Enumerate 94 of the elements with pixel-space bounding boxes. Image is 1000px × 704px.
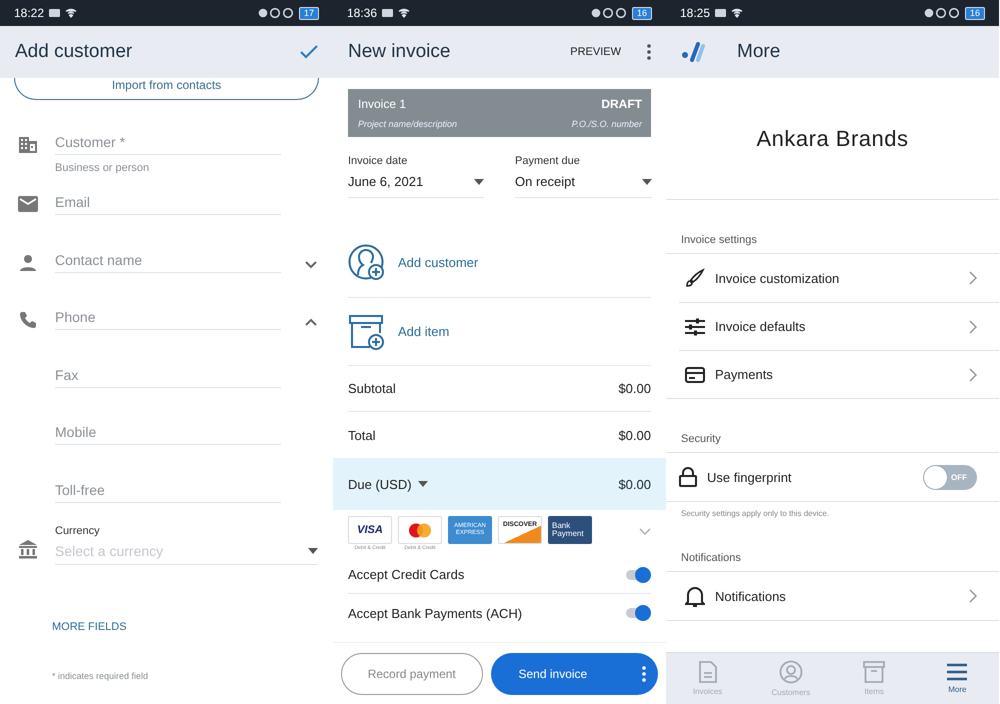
status-icons-drawing [590,8,627,18]
caret-icon [418,481,428,487]
add-box-icon [348,312,386,350]
card-icon [685,366,705,382]
due-amount: $0.00 [618,476,651,492]
status-icons-drawing [258,8,294,18]
dropdown-field[interactable]: June 6, 2021 [348,167,484,198]
chevron-right-icon [969,368,977,382]
caret-icon [474,178,484,184]
more-fields-link[interactable]: MORE FIELDS [52,621,127,633]
wifi-icon [65,8,78,18]
section-title: Invoice settings [680,234,758,248]
chevron-right-icon [969,271,977,285]
battery-indicator: 16 [964,6,985,20]
mail-icon [18,196,38,212]
app-logo-icon [681,42,705,62]
overflow-menu-icon[interactable] [647,44,651,60]
brush-icon [685,268,705,288]
building-icon [18,136,38,154]
wifi-icon [398,8,410,18]
bank-icon [18,540,38,559]
status-time: 18:36 [347,6,378,20]
note-text: Security settings apply only to this device. [680,508,830,518]
bank-payment-logo: Bank Payment [548,516,592,544]
text-field[interactable]: Email [55,194,281,215]
text-field[interactable]: Mobile [55,424,281,445]
total-amount: $0.00 [618,428,651,442]
screen-title: More [737,41,780,63]
checkmark-icon[interactable] [300,45,318,59]
invoice-number: Invoice 1 [358,97,408,113]
mastercard-logo [398,516,442,544]
person-icon [19,254,37,272]
document-icon [698,661,718,683]
screen-title: New invoice [348,41,450,63]
status-time: 18:22 [14,6,44,20]
message-icon [382,9,394,17]
wifi-icon [731,8,744,18]
phone-icon [19,311,37,329]
text-field[interactable]: Customer * [55,134,281,155]
more-options-icon [642,666,646,682]
field-label: Payment due [515,155,581,167]
text-field[interactable]: Contact name [55,252,281,272]
nav-tab[interactable]: More [916,653,999,704]
add-action-row[interactable]: Add customer [348,228,651,298]
caret-icon [308,548,318,554]
status-icons-drawing [924,8,960,18]
import-contacts-button[interactable]: Import from contacts [14,78,319,100]
add-action-row[interactable]: Add item [348,298,651,366]
caret-icon [642,178,652,184]
po-number-placeholder: P.O./S.O. number [572,119,642,131]
helper-text: Business or person [55,162,150,174]
footnote-text: * indicates required field [52,671,150,681]
menu-icon [946,663,968,681]
sliders-icon [685,318,705,336]
add-person-icon [348,244,386,282]
settings-menu-item[interactable]: Invoice defaults [679,302,999,350]
status-label: DRAFT [600,97,642,113]
toggle-label: Accept Bank Payments (ACH) [348,606,522,620]
currency-dropdown[interactable]: Due (USD) [348,476,428,492]
text-field[interactable]: Phone [55,309,281,330]
send-invoice-button[interactable]: Send invoice [490,652,658,694]
record-payment-button[interactable]: Record payment [341,652,482,694]
description-placeholder: Project name/description [358,119,458,131]
total-label: Subtotal [348,381,396,396]
field-label: Invoice date [348,155,408,167]
chevron-right-icon [969,320,977,334]
chevron-right-icon [969,589,977,603]
battery-indicator: 17 [298,6,319,20]
text-field[interactable]: Fax [55,366,281,388]
status-time: 18:25 [680,6,710,20]
bell-icon [685,586,705,606]
lock-icon [679,467,697,487]
box-icon [863,661,886,683]
person-circle-icon [778,660,803,684]
message-icon [715,9,726,17]
screen-title: Add customer [15,41,132,63]
section-title: Notifications [680,552,742,566]
field-label: Currency [55,525,101,537]
toggle-label: Accept Credit Cards [348,567,464,582]
invoice-header-card[interactable]: Invoice 1 DRAFT Project name/description P.O./S.O. number [348,89,651,137]
business-name: Ankara Brands [666,78,999,200]
section-title: Security [680,433,722,447]
text-field[interactable]: Toll-free [55,482,281,502]
total-amount: $0.00 [618,381,651,396]
settings-menu-item[interactable]: Invoice customization [679,254,999,302]
preview-button[interactable]: PREVIEW [570,46,621,58]
dropdown-field[interactable]: On receipt [515,167,652,198]
message-icon [49,9,60,17]
visa-card-logo: VISA [348,516,392,544]
total-label: Total [348,428,376,442]
settings-menu-item[interactable]: Payments [679,350,999,398]
settings-menu-item[interactable]: Notifications [679,572,999,620]
battery-indicator: 16 [632,6,652,20]
setting-label: Use fingerprint [707,470,792,484]
